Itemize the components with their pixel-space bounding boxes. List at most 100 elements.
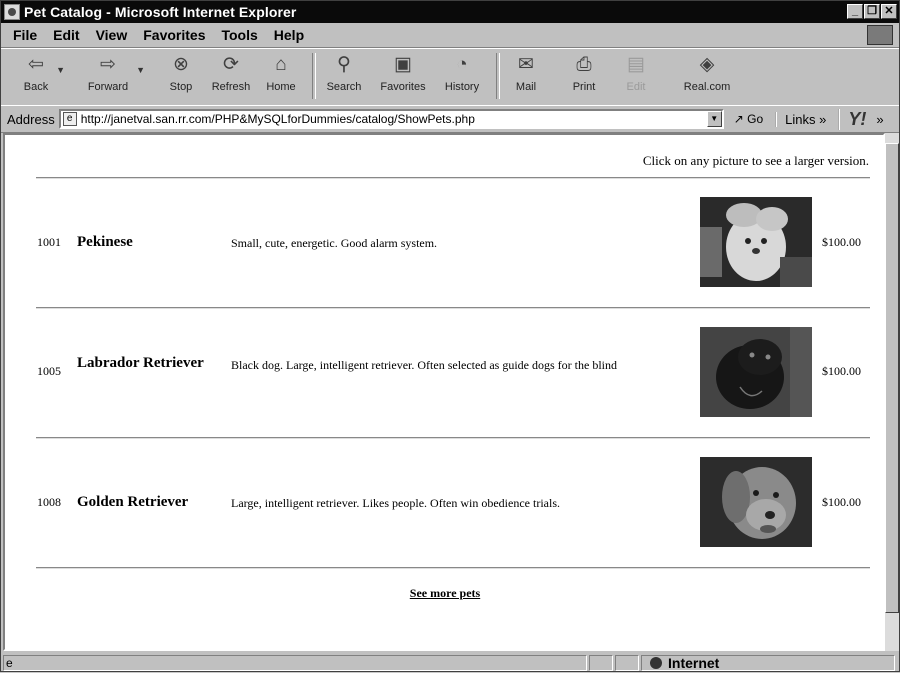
print-button[interactable]: ⎙ Print: [561, 51, 607, 101]
search-label: Search: [326, 81, 362, 93]
status-cell: [589, 655, 613, 671]
stop-button[interactable]: ⊗ Stop: [158, 51, 204, 101]
divider: [36, 437, 870, 439]
edit-button[interactable]: ▤ Edit: [613, 51, 659, 101]
yahoo-icon[interactable]: Y!: [838, 108, 866, 130]
menu-favorites[interactable]: Favorites: [143, 27, 205, 43]
address-bar: Address e http://janetval.san.rr.com/PHP…: [1, 105, 899, 133]
toolbar-separator: [312, 53, 316, 99]
windows-logo-icon: [867, 25, 893, 45]
links-button[interactable]: Links »: [775, 111, 826, 127]
mail-label: Mail: [515, 81, 537, 93]
pet-photo-labrador[interactable]: [700, 327, 812, 417]
title-bar[interactable]: Pet Catalog - Microsoft Internet Explore…: [1, 1, 899, 23]
favorites-icon: ▣: [394, 54, 412, 75]
status-cell: [615, 655, 639, 671]
history-button[interactable]: ◔ History: [435, 51, 489, 101]
go-arrow-icon: ↗: [733, 112, 744, 126]
status-bar: e Internet: [1, 653, 899, 673]
back-arrow-icon: ⇦: [28, 54, 44, 75]
restore-icon[interactable]: ❐: [864, 4, 880, 19]
pet-id: 1008: [37, 495, 61, 509]
pet-price: $100.00: [822, 364, 861, 378]
forward-label: Forward: [87, 81, 129, 93]
see-more-pets-link[interactable]: See more pets: [410, 586, 480, 600]
forward-dropdown-icon[interactable]: ▼: [136, 65, 145, 75]
menu-view[interactable]: View: [96, 27, 128, 43]
favorites-button[interactable]: ▣ Favorites: [373, 51, 433, 101]
print-label: Print: [572, 81, 596, 93]
real-com-icon: ◈: [699, 54, 715, 75]
address-label: Address: [7, 111, 55, 127]
home-icon: ⌂: [275, 54, 287, 75]
history-label: History: [444, 81, 480, 93]
search-icon: ⚲: [337, 54, 351, 75]
stop-label: Stop: [169, 81, 193, 93]
address-input[interactable]: e http://janetval.san.rr.com/PHP&MySQLfo…: [58, 109, 724, 129]
pet-description: Black dog. Large, intelligent retriever.…: [231, 358, 617, 372]
globe-icon: [650, 657, 662, 669]
status-text: e: [3, 655, 587, 671]
back-label: Back: [23, 81, 49, 93]
window-title: Pet Catalog - Microsoft Internet Explore…: [24, 4, 297, 20]
minimize-icon[interactable]: _: [847, 4, 863, 19]
refresh-icon: ⟳: [223, 54, 239, 75]
real-com-button[interactable]: ◈ Real.com: [677, 51, 737, 101]
scrollbar-thumb[interactable]: [885, 143, 899, 613]
back-button[interactable]: ⇦ Back ▼: [13, 51, 65, 101]
back-dropdown-icon[interactable]: ▼: [56, 65, 65, 75]
vertical-scrollbar[interactable]: [885, 133, 899, 651]
real-com-label: Real.com: [683, 81, 731, 93]
edit-label: Edit: [626, 81, 646, 93]
divider: [36, 567, 870, 569]
pet-name: Pekinese: [77, 234, 133, 250]
home-button[interactable]: ⌂ Home: [258, 51, 304, 101]
pet-id: 1005: [37, 364, 61, 378]
chevron-right-icon[interactable]: »: [876, 112, 883, 127]
refresh-label: Refresh: [211, 81, 251, 93]
stop-icon: ⊗: [173, 54, 189, 75]
zone-label: Internet: [668, 655, 720, 671]
pet-id: 1001: [37, 235, 61, 249]
favorites-label: Favorites: [380, 81, 426, 93]
address-dropdown-icon[interactable]: ▼: [706, 111, 722, 127]
menu-file[interactable]: File: [13, 27, 37, 43]
go-label: Go: [747, 112, 764, 126]
address-url[interactable]: http://janetval.san.rr.com/PHP&MySQLforD…: [81, 112, 475, 126]
page-icon: e: [62, 112, 77, 126]
refresh-button[interactable]: ⟳ Refresh: [206, 51, 256, 101]
pet-photo-pekinese[interactable]: [700, 197, 812, 287]
divider: [36, 307, 870, 309]
divider: [36, 177, 870, 179]
home-label: Home: [266, 81, 296, 93]
printer-icon: ⎙: [576, 54, 592, 75]
pet-description: Small, cute, energetic. Good alarm syste…: [231, 236, 438, 250]
menu-tools[interactable]: Tools: [221, 27, 257, 43]
security-zone: Internet: [641, 655, 895, 671]
browser-window: Pet Catalog - Microsoft Internet Explore…: [0, 0, 900, 672]
window-controls: _ ❐ ✕: [846, 4, 897, 19]
ie-status-icon: e: [6, 656, 13, 670]
page-content: Click on any picture to see a larger ver…: [3, 133, 885, 651]
pet-price: $100.00: [822, 235, 861, 249]
forward-button[interactable]: ⇨ Forward ▼: [77, 51, 145, 101]
ie-page-icon: [4, 4, 20, 20]
search-button[interactable]: ⚲ Search: [317, 51, 371, 101]
more-link-container: See more pets: [5, 586, 883, 601]
history-icon: ◔: [456, 54, 468, 75]
instruction-text: Click on any picture to see a larger ver…: [642, 153, 869, 168]
mail-button[interactable]: ✉ Mail: [503, 51, 549, 101]
menu-help[interactable]: Help: [274, 27, 304, 43]
standard-toolbar: ⇦ Back ▼ ⇨ Forward ▼ ⊗ Stop ⟳ Refresh ⌂ …: [1, 48, 899, 106]
pet-description: Large, intelligent retriever. Likes peop…: [231, 496, 560, 510]
go-button[interactable]: ↗ Go: [734, 112, 763, 126]
pet-name: Golden Retriever: [77, 494, 189, 510]
close-icon[interactable]: ✕: [881, 4, 897, 19]
edit-page-icon: ▤: [627, 54, 645, 75]
menu-edit[interactable]: Edit: [53, 27, 79, 43]
pet-photo-golden-retriever[interactable]: [700, 457, 812, 547]
pet-name: Labrador Retriever: [77, 355, 204, 371]
menu-bar: File Edit View Favorites Tools Help: [1, 23, 899, 48]
forward-arrow-icon: ⇨: [100, 54, 116, 75]
pet-price: $100.00: [822, 495, 861, 509]
